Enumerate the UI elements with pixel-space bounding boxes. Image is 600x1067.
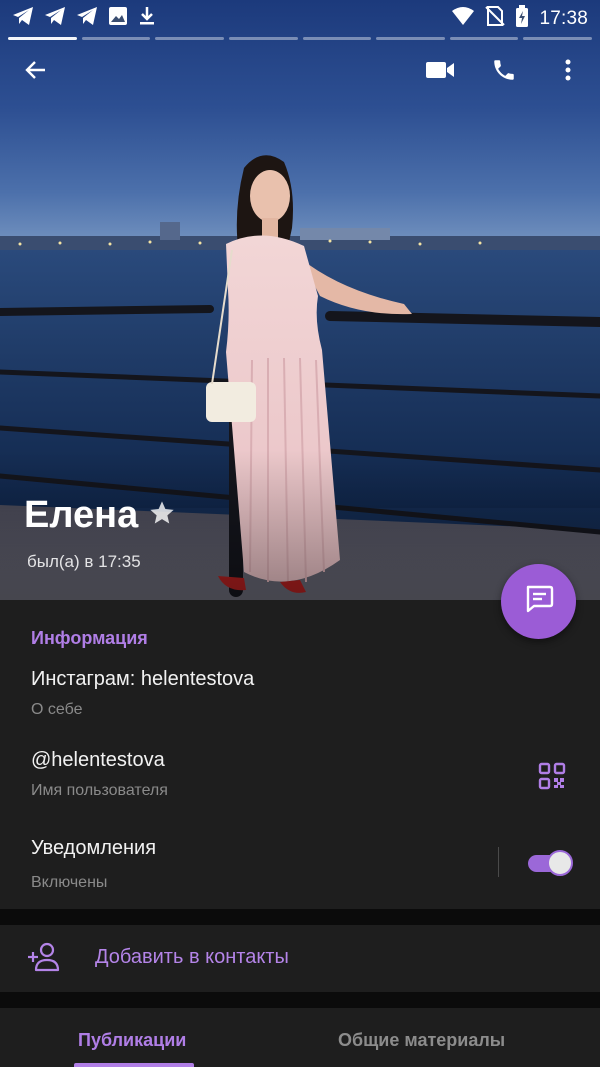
story-segment: [302, 37, 372, 40]
bio-text[interactable]: Инстаграм: helentestova: [31, 668, 254, 691]
telegram-icon: [76, 6, 98, 31]
last-seen-status: был(а) в 17:35: [27, 552, 141, 571]
section-gap: [0, 992, 600, 1008]
video-call-icon: [425, 60, 455, 85]
action-bar: [0, 48, 600, 92]
section-gap: [0, 909, 600, 925]
image-icon: [108, 6, 128, 31]
voice-call-button[interactable]: [484, 52, 524, 92]
message-icon: [523, 583, 555, 620]
star-icon: [148, 499, 176, 532]
add-person-icon: [26, 941, 62, 978]
toggle-knob: [547, 850, 573, 876]
battery-icon: [515, 5, 529, 32]
qr-code-icon: [538, 762, 566, 794]
tab-publications[interactable]: Публикации: [78, 1030, 186, 1051]
more-vertical-icon: [564, 58, 572, 87]
profile-screen: 17:38 Елена был(а) в 17:35 Информация Ин…: [0, 0, 600, 1067]
back-arrow-icon: [24, 58, 48, 87]
qr-code-button[interactable]: [538, 762, 566, 790]
back-button[interactable]: [16, 52, 56, 92]
bio-label: О себе: [31, 701, 83, 718]
profile-photo[interactable]: 17:38 Елена был(а) в 17:35: [0, 0, 600, 600]
media-tabs: Публикации Общие материалы: [0, 1008, 600, 1067]
notifications-state: Включены: [31, 874, 108, 891]
video-call-button[interactable]: [420, 52, 460, 92]
add-contact-button[interactable]: Добавить в контакты: [0, 925, 600, 992]
story-segment: [228, 37, 298, 40]
profile-name: Елена: [24, 494, 139, 536]
tab-shared-media[interactable]: Общие материалы: [338, 1030, 505, 1051]
username-text[interactable]: @helentestova: [31, 749, 165, 772]
add-contact-label: Добавить в контакты: [95, 946, 289, 968]
profile-name-row: Елена: [24, 494, 176, 537]
status-bar: 17:38: [0, 0, 600, 34]
telegram-icon: [44, 6, 66, 31]
telegram-icon: [12, 6, 34, 31]
notifications-title[interactable]: Уведомления: [31, 837, 156, 860]
status-time: 17:38: [539, 7, 588, 29]
divider: [498, 847, 499, 877]
more-options-button[interactable]: [548, 52, 588, 92]
story-segment: [81, 37, 151, 40]
phone-icon: [491, 57, 517, 88]
notifications-toggle[interactable]: [526, 850, 573, 876]
story-segment: [155, 37, 224, 40]
username-label: Имя пользователя: [31, 782, 168, 799]
no-sim-icon: [485, 6, 506, 31]
download-icon: [138, 6, 156, 31]
info-section-title: Информация: [31, 628, 148, 648]
story-segment: [449, 37, 519, 40]
story-segment: [523, 37, 592, 40]
send-message-button[interactable]: [501, 564, 576, 639]
story-progress: [8, 37, 592, 40]
info-section: Информация Инстаграм: helentestova О себ…: [0, 600, 600, 909]
story-segment: [8, 37, 77, 40]
story-segment: [376, 37, 445, 40]
active-tab-indicator: [74, 1063, 194, 1067]
wifi-icon: [451, 6, 475, 31]
